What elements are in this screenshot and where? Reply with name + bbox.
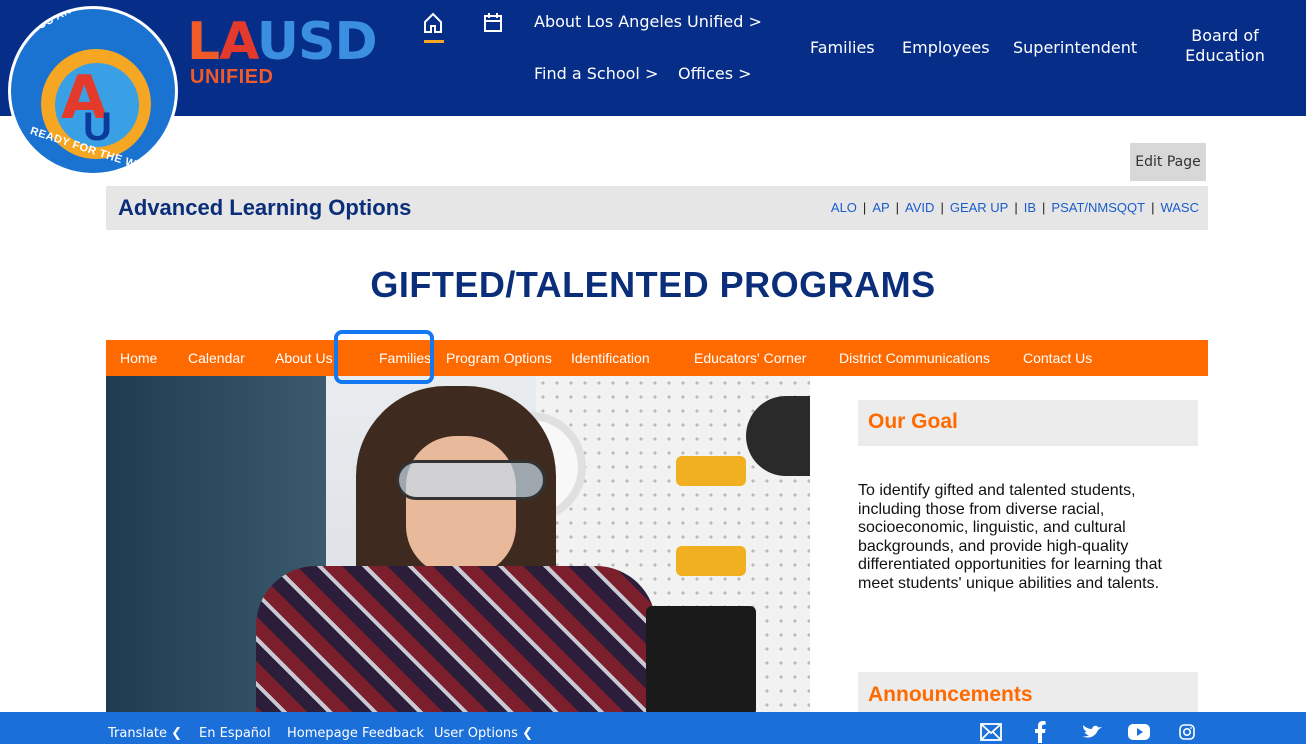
header-superintendent-link[interactable]: Superintendent xyxy=(1013,38,1137,57)
program-nav-bar: Home Calendar About Us Families Program … xyxy=(106,340,1208,376)
home-active-underline xyxy=(424,40,444,43)
nav-educators-corner[interactable]: Educators' Corner xyxy=(694,350,806,366)
families-highlight-box xyxy=(334,330,434,384)
offices-link[interactable]: Offices > xyxy=(678,64,752,83)
en-espanol-link[interactable]: En Español xyxy=(199,726,271,741)
page-title: GIFTED/TALENTED PROGRAMS xyxy=(370,264,936,305)
home-icon[interactable] xyxy=(420,8,446,38)
nav-contact-us[interactable]: Contact Us xyxy=(1023,350,1092,366)
edit-page-button[interactable]: Edit Page xyxy=(1130,143,1206,181)
footer-toolbar: Translate ❮ En Español Homepage Feedback… xyxy=(0,712,1306,744)
alo-title[interactable]: Advanced Learning Options xyxy=(118,195,411,221)
alo-link-ib[interactable]: IB xyxy=(1024,200,1036,215)
translate-button[interactable]: Translate ❮ xyxy=(108,726,182,741)
alo-link-psat[interactable]: PSAT/NMSQQT xyxy=(1051,200,1145,215)
user-options-button[interactable]: User Options ❮ xyxy=(434,726,533,741)
alo-link-wasc[interactable]: WASC xyxy=(1160,200,1199,215)
nav-district-communications[interactable]: District Communications xyxy=(839,350,990,366)
site-header: LAUSD UNIFIED About Los Angeles Unified … xyxy=(0,0,1306,116)
alo-link-gear-up[interactable]: GEAR UP xyxy=(950,200,1009,215)
lausd-seal-logo[interactable]: A U LOS ANGELES UNIFIED READY FOR THE WO… xyxy=(8,6,178,176)
nav-about-us[interactable]: About Us xyxy=(275,350,333,366)
alo-link-avid[interactable]: AVID xyxy=(905,200,934,215)
alo-banner: Advanced Learning Options ALO | AP | AVID | GE… xyxy=(106,186,1208,230)
announcements-header: Announcements xyxy=(858,672,1198,716)
chevron-left-icon: ❮ xyxy=(171,726,183,741)
header-families-link[interactable]: Families xyxy=(810,38,875,57)
hero-image-student-robotics xyxy=(106,376,810,716)
nav-identification[interactable]: Identification xyxy=(571,350,650,366)
logo-subtitle: UNIFIED xyxy=(190,66,274,88)
announcements-title: Announcements xyxy=(868,683,1033,706)
facebook-icon[interactable] xyxy=(1030,721,1050,743)
header-employees-link[interactable]: Employees xyxy=(902,38,990,57)
homepage-feedback-link[interactable]: Homepage Feedback xyxy=(287,726,424,741)
twitter-icon[interactable] xyxy=(1080,722,1104,742)
alo-links: ALO | AP | AVID | GEAR UP | IB | PSAT/NMSQQT | WASC xyxy=(830,200,1199,215)
lausd-logo-wordmark[interactable]: LAUSD xyxy=(187,12,378,72)
youtube-icon[interactable] xyxy=(1126,722,1152,742)
our-goal-header: Our Goal xyxy=(858,400,1198,446)
alo-link-ap[interactable]: AP xyxy=(872,200,889,215)
find-a-school-link[interactable]: Find a School > xyxy=(534,64,658,83)
alo-link-alo[interactable]: ALO xyxy=(831,200,857,215)
nav-calendar[interactable]: Calendar xyxy=(188,350,245,366)
nav-program-options[interactable]: Program Options xyxy=(446,350,552,366)
email-icon[interactable] xyxy=(979,722,1003,742)
calendar-icon[interactable] xyxy=(480,8,506,38)
instagram-icon[interactable] xyxy=(1176,722,1198,742)
nav-home[interactable]: Home xyxy=(120,350,157,366)
chevron-left-icon: ❮ xyxy=(522,726,533,741)
about-lausd-link[interactable]: About Los Angeles Unified > xyxy=(534,12,762,31)
our-goal-title: Our Goal xyxy=(868,410,958,433)
header-board-of-education-link[interactable]: Board of Education xyxy=(1180,26,1270,66)
our-goal-text: To identify gifted and talented students… xyxy=(858,482,1162,592)
